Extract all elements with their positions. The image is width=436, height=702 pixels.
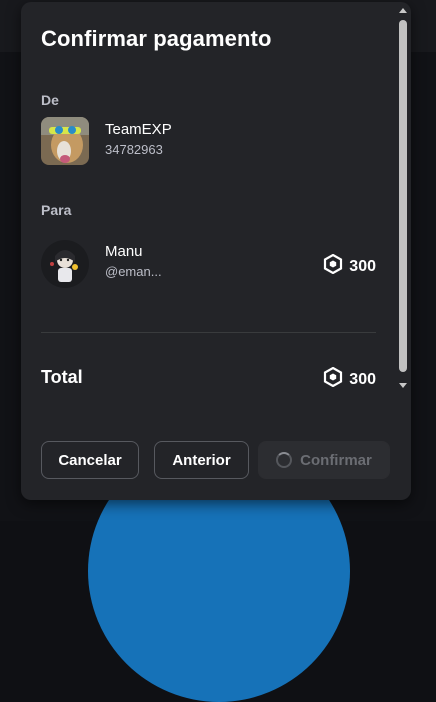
- scroll-down-arrow-icon[interactable]: [399, 383, 407, 388]
- robux-icon: [323, 366, 343, 392]
- confirm-payment-dialog: Confirmar pagamento De TeamEXP 34782963 …: [21, 2, 411, 500]
- from-label: De: [41, 92, 59, 108]
- from-id: 34782963: [105, 142, 163, 157]
- total-label: Total: [41, 367, 83, 387]
- to-handle: @eman...: [105, 264, 162, 279]
- robux-icon: [323, 253, 343, 279]
- from-name: TeamEXP: [105, 121, 172, 138]
- to-amount-value: 300: [349, 257, 376, 275]
- dialog-scrollbar[interactable]: [397, 8, 409, 388]
- to-avatar: [41, 240, 89, 288]
- scroll-up-arrow-icon[interactable]: [399, 8, 407, 13]
- divider: [41, 332, 376, 333]
- to-amount: 300: [323, 253, 376, 279]
- total-amount: 300: [323, 366, 376, 392]
- previous-button[interactable]: Anterior: [154, 441, 249, 479]
- from-avatar: [41, 117, 89, 165]
- to-label: Para: [41, 202, 72, 218]
- to-name: Manu: [105, 243, 143, 260]
- cancel-button[interactable]: Cancelar: [41, 441, 139, 479]
- dialog-title: Confirmar pagamento: [41, 26, 272, 51]
- total-amount-value: 300: [349, 370, 376, 388]
- scroll-thumb[interactable]: [399, 20, 407, 372]
- confirm-button[interactable]: Confirmar: [258, 441, 390, 479]
- spinner-icon: [276, 452, 293, 468]
- confirm-button-label: Confirmar: [300, 451, 372, 469]
